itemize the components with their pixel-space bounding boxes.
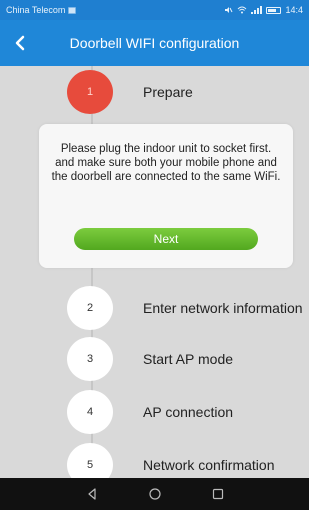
step-label: Start AP mode (143, 350, 234, 367)
instruction-line-2: and make sure both your mobile phone and… (51, 157, 281, 183)
status-time: 14:4 (285, 5, 303, 15)
signal-icon (251, 6, 263, 14)
wifi-icon (238, 6, 247, 14)
nav-back-button[interactable] (80, 482, 104, 506)
step-label: Enter network information (143, 299, 303, 316)
step-prepare: 1 Prepare (0, 70, 309, 114)
step-number-circle: 2 (67, 286, 113, 330)
sim-icon (68, 6, 77, 14)
instruction-line-1: Please plug the indoor unit to socket fi… (60, 143, 272, 155)
app-header: Doorbell WIFI configuration (0, 20, 309, 66)
status-right: 14:4 (224, 5, 303, 15)
step-enter-network-information: 2 Enter network information (0, 286, 309, 330)
system-navigation-bar (0, 478, 309, 510)
page-title: Doorbell WIFI configuration (69, 35, 240, 51)
step-number-circle: 5 (67, 443, 113, 478)
status-bar: China Telecom 14:4 (0, 0, 309, 20)
step-start-ap-mode: 3 Start AP mode (0, 337, 309, 381)
step-number-circle: 4 (67, 390, 113, 434)
step-label: AP connection (143, 403, 234, 420)
step-label: Network confirmation (143, 456, 275, 473)
carrier-name: China Telecom (6, 5, 66, 15)
step-number-circle: 1 (67, 70, 113, 114)
step-ap-connection: 4 AP connection (0, 390, 309, 434)
nav-recents-button[interactable] (206, 482, 230, 506)
mute-icon (225, 7, 233, 13)
back-button[interactable] (0, 20, 40, 66)
step-network-confirmation: 5 Network confirmation (0, 443, 309, 478)
back-arrow-icon (15, 35, 25, 51)
configuration-steps: 1 Prepare Please plug the indoor unit to… (0, 66, 309, 478)
instructions-text: Please plug the indoor unit to socket fi… (49, 142, 283, 184)
nav-home-button[interactable] (143, 482, 167, 506)
battery-icon (266, 6, 282, 14)
status-left: China Telecom (6, 5, 77, 15)
step-label: Prepare (143, 83, 193, 100)
recents-square-icon (212, 488, 223, 500)
back-triangle-icon (87, 488, 96, 500)
next-button[interactable]: Next (74, 228, 258, 250)
home-circle-icon (148, 488, 161, 500)
step-number-circle: 3 (67, 337, 113, 381)
prepare-instructions-card: Please plug the indoor unit to socket fi… (39, 124, 293, 268)
